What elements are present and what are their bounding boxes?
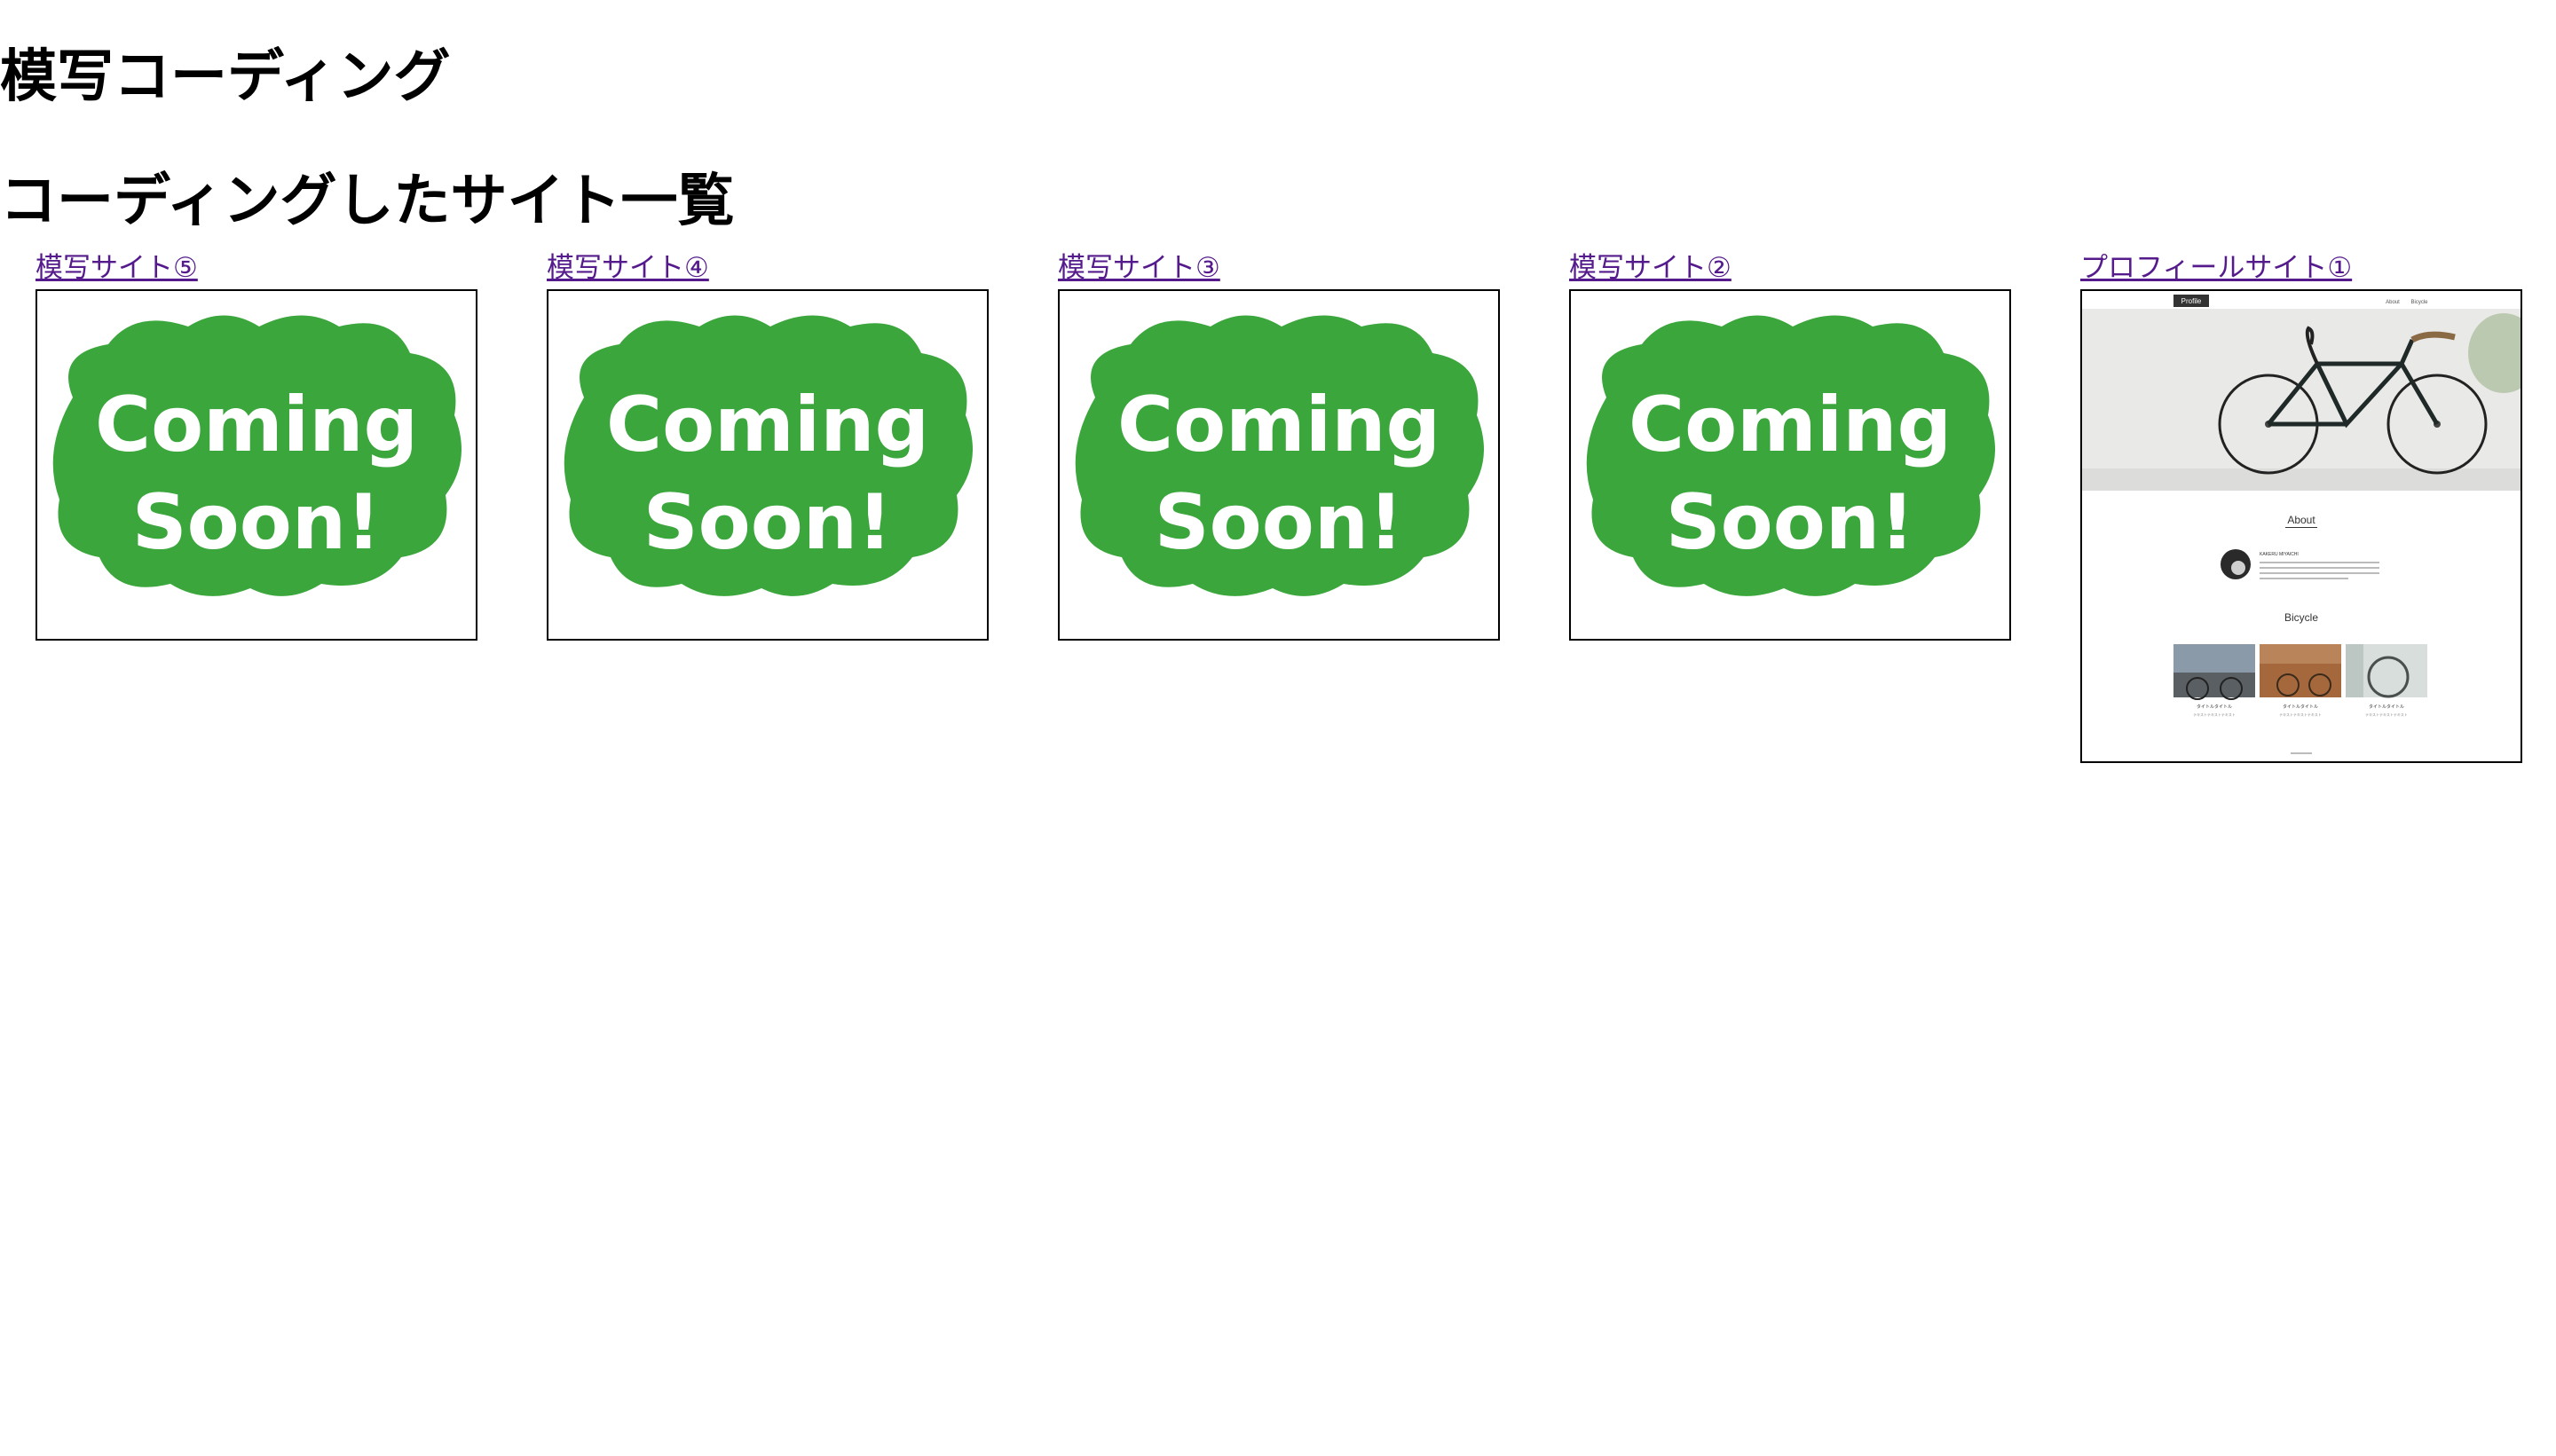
site-link[interactable]: 模写サイト③: [1058, 247, 1498, 289]
preview-footer: [2291, 752, 2312, 754]
coming-text: Coming: [1117, 381, 1440, 469]
profile-site-preview: Profile About Bicycle About KAKERU MIYAI…: [2082, 291, 2520, 761]
svg-text:タイトルタイトル: タイトルタイトル: [2283, 704, 2318, 710]
coming-text: Coming: [1629, 381, 1952, 469]
coming-soon-image: Coming Soon!: [1075, 315, 1484, 596]
svg-text:テキストテキストテキスト: テキストテキストテキスト: [2193, 712, 2236, 717]
site-card: 模写サイト⑤ Coming Soon!: [36, 247, 477, 641]
site-thumbnail[interactable]: Coming Soon!: [1058, 289, 1500, 641]
site-thumbnail[interactable]: Coming Soon!: [1569, 289, 2011, 641]
soon-text: Soon!: [132, 478, 382, 567]
site-link[interactable]: プロフィールサイト①: [2080, 247, 2520, 289]
preview-name: KAKERU MIYAICHI: [2260, 552, 2299, 557]
preview-nav-about: About: [2386, 300, 2400, 305]
svg-text:テキストテキストテキスト: テキストテキストテキスト: [2279, 712, 2322, 717]
site-link[interactable]: 模写サイト⑤: [36, 247, 476, 289]
svg-text:Profile: Profile: [2181, 297, 2202, 305]
preview-nav-bicycle: Bicycle: [2410, 300, 2428, 305]
soon-text: Soon!: [643, 478, 893, 567]
preview-about-heading: About: [2287, 514, 2315, 526]
site-card: 模写サイト④ Coming Soon!: [547, 247, 989, 641]
site-thumbnail[interactable]: Profile About Bicycle About KAKERU MIYAI…: [2080, 289, 2522, 763]
soon-text: Soon!: [1666, 478, 1915, 567]
soon-text: Soon!: [1155, 478, 1404, 567]
site-link[interactable]: 模写サイト④: [547, 247, 987, 289]
site-card: 模写サイト③ Coming Soon!: [1058, 247, 1500, 641]
preview-gallery: [2173, 644, 2427, 700]
preview-bicycle-heading: Bicycle: [2284, 611, 2318, 624]
bicycle-hero-image: [2082, 309, 2520, 491]
svg-text:タイトルタイトル: タイトルタイトル: [2197, 704, 2232, 710]
site-thumbnail[interactable]: Coming Soon!: [547, 289, 989, 641]
site-link[interactable]: 模写サイト②: [1569, 247, 2009, 289]
site-thumbnail[interactable]: Coming Soon!: [36, 289, 477, 641]
section-heading: コーディングしたサイト一覧: [0, 169, 735, 234]
coming-text: Coming: [606, 381, 929, 469]
svg-text:テキストテキストテキスト: テキストテキストテキスト: [2365, 712, 2408, 717]
coming-text: Coming: [95, 381, 418, 469]
svg-text:タイトルタイトル: タイトルタイトル: [2369, 704, 2404, 710]
coming-soon-image: Coming Soon!: [52, 315, 462, 596]
site-card: プロフィールサイト① Profile About Bicycle About K…: [2080, 247, 2522, 763]
coming-soon-image: Coming Soon!: [1586, 315, 1995, 596]
coming-soon-image: Coming Soon!: [564, 315, 973, 596]
site-card: 模写サイト② Coming Soon!: [1569, 247, 2011, 641]
page-title: 模写コーディング: [0, 44, 451, 110]
